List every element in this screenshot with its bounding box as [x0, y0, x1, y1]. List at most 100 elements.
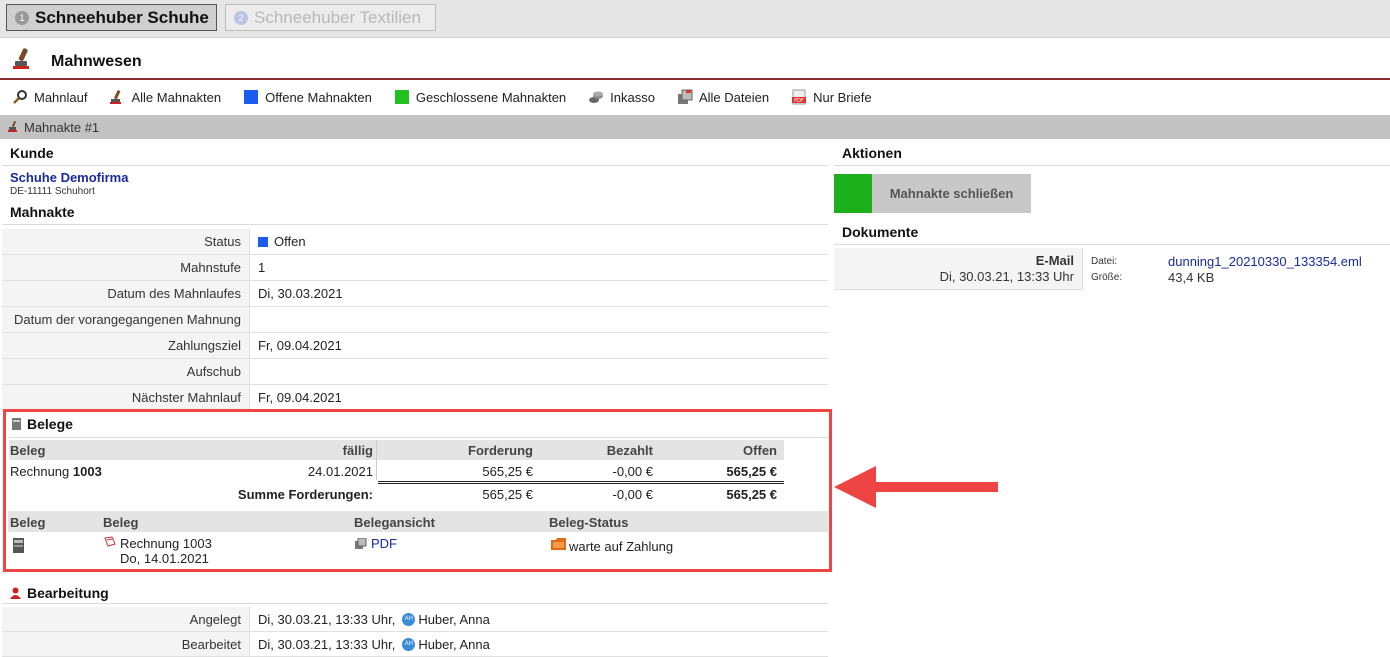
- detail-value: Di, 30.03.21, 13:33 Uhr, AH Huber, Anna: [250, 607, 490, 631]
- detail-value: Offen: [250, 229, 306, 254]
- toolbar-label: Alle Mahnakten: [131, 89, 222, 105]
- tab-number-badge: 1: [15, 10, 29, 25]
- files-icon: [677, 89, 693, 105]
- detail-label: Bearbeitet: [2, 632, 250, 656]
- beleg-status: warte auf Zahlung: [569, 539, 674, 554]
- toolbar: Mahnlauf Alle Mahnakten Offene Mahnakten…: [0, 83, 1390, 111]
- col-header-beleg: Beleg: [10, 443, 46, 458]
- tab-label: Schneehuber Textilien: [254, 7, 421, 27]
- col-header-forderung: Forderung: [386, 443, 533, 458]
- size-label: Größe:: [1091, 272, 1123, 283]
- detail-row-status: Status Offen: [2, 229, 828, 255]
- close-mahnakte-label: Mahnakte schließen: [872, 174, 1031, 213]
- user-name: Huber, Anna: [418, 636, 490, 652]
- col-header-beleg-status: Beleg-Status: [549, 515, 629, 530]
- status-open-icon: [258, 236, 268, 247]
- folder-icon: [551, 538, 566, 550]
- bezahlt-cell: -0,00 €: [612, 464, 653, 479]
- pdf-icon: PDF: [791, 89, 807, 105]
- detail-label: Status: [2, 229, 250, 254]
- files-icon: [355, 538, 367, 549]
- toolbar-alle-dateien[interactable]: Alle Dateien: [677, 89, 769, 105]
- toolbar-offene-mahnakten[interactable]: Offene Mahnakten: [243, 89, 372, 105]
- detail-label: Zahlungsziel: [2, 333, 250, 358]
- avatar: AH: [402, 612, 416, 626]
- magnifier-icon: [12, 89, 28, 105]
- beleg-link[interactable]: Rechnung 1003: [120, 536, 212, 551]
- toolbar-label: Nur Briefe: [813, 89, 872, 105]
- avatar: AH: [402, 637, 416, 651]
- detail-row-datum-mahnlauf: Datum des Mahnlaufes Di, 30.03.2021: [2, 281, 828, 307]
- user-icon: [10, 587, 21, 599]
- toolbar-alle-mahnakten[interactable]: Alle Mahnakten: [109, 89, 221, 105]
- mahnakte-heading: Mahnakte: [2, 204, 828, 225]
- toolbar-label: Geschlossene Mahnakten: [415, 89, 567, 105]
- user-name: Huber, Anna: [418, 611, 490, 627]
- detail-label: Nächster Mahnlauf: [2, 385, 250, 410]
- belege-highlight-box: Belege Beleg fällig Forderung Bezahlt Of…: [3, 409, 832, 572]
- detail-label: Datum der vorangegangenen Mahnung: [2, 307, 250, 332]
- detail-value: Di, 30.03.2021: [258, 285, 343, 301]
- annotation-arrow-icon: [834, 466, 998, 508]
- tab-label: Schneehuber Schuhe: [35, 7, 209, 27]
- page-title: Mahnwesen: [51, 53, 142, 70]
- detail-label: Aufschub: [2, 359, 250, 384]
- faellig-cell: 24.01.2021: [307, 464, 373, 479]
- toolbar-inkasso[interactable]: Inkasso: [588, 89, 655, 105]
- breadcrumb: Mahnakte #1: [0, 115, 1390, 139]
- offen-cell: 565,25 €: [726, 464, 777, 479]
- toolbar-nur-briefe[interactable]: PDF Nur Briefe: [791, 89, 872, 105]
- toolbar-label: Inkasso: [610, 89, 655, 105]
- detail-value: Fr, 09.04.2021: [258, 337, 342, 353]
- module-header: Mahnwesen: [0, 40, 1390, 80]
- col-header-beleg: Beleg: [103, 515, 139, 530]
- customer-address: DE-11111 Schuhort: [10, 186, 95, 197]
- tab-schneehuber-textilien[interactable]: 2 Schneehuber Textilien: [225, 4, 436, 31]
- detail-label: Mahnstufe: [2, 255, 250, 280]
- summe-forderung: 565,25 €: [482, 487, 533, 502]
- blue-square-icon: [243, 89, 259, 105]
- coins-icon: [588, 89, 604, 105]
- beleg-date: Do, 14.01.2021: [120, 551, 209, 566]
- col-header-belegansicht: Belegansicht: [354, 515, 435, 530]
- file-label: Datei:: [1091, 256, 1118, 267]
- close-mahnakte-button[interactable]: Mahnakte schließen: [834, 174, 1031, 213]
- tab-schneehuber-schuhe[interactable]: 1 Schneehuber Schuhe: [6, 4, 217, 31]
- svg-text:PDF: PDF: [794, 98, 804, 104]
- file-link[interactable]: dunning1_20210330_133354.eml: [1168, 254, 1362, 269]
- detail-row-mahnstufe: Mahnstufe 1: [2, 255, 828, 281]
- pdf-link[interactable]: PDF: [371, 536, 397, 551]
- toolbar-label: Offene Mahnakten: [265, 89, 372, 105]
- toolbar-geschlossene-mahnakten[interactable]: Geschlossene Mahnakten: [394, 89, 566, 105]
- detail-value: Fr, 09.04.2021: [258, 389, 342, 405]
- kunde-heading: Kunde: [2, 145, 828, 166]
- col-header-bezahlt: Bezahlt: [536, 443, 653, 458]
- detail-label: Datum des Mahnlaufes: [2, 281, 250, 306]
- toolbar-label: Alle Dateien: [698, 89, 770, 105]
- detail-row-angelegt: Angelegt Di, 30.03.21, 13:33 Uhr, AH Hub…: [2, 607, 828, 632]
- toolbar-mahnlauf[interactable]: Mahnlauf: [12, 89, 87, 105]
- stamp-icon: [109, 89, 125, 105]
- beleg-cell: Rechnung 1003: [10, 464, 102, 479]
- customer-name-link[interactable]: Schuhe Demofirma: [10, 170, 128, 185]
- summe-offen: 565,25 €: [726, 487, 777, 502]
- dokumente-heading: Dokumente: [834, 224, 1390, 245]
- document-date: Di, 30.03.21, 13:33 Uhr: [939, 269, 1074, 284]
- col-header-beleg-icon: Beleg: [10, 515, 46, 530]
- detail-row-aufschub: Aufschub: [2, 359, 828, 385]
- detail-value: Di, 30.03.21, 13:33 Uhr, AH Huber, Anna: [250, 632, 490, 656]
- status-value: Offen: [274, 233, 306, 249]
- sum-divider: [378, 481, 784, 484]
- stamp-icon: [13, 48, 29, 69]
- toolbar-label: Mahnlauf: [34, 89, 88, 105]
- detail-row-datum-vorherige-mahnung: Datum der vorangegangenen Mahnung: [2, 307, 828, 333]
- green-square-icon: [394, 89, 410, 105]
- tab-number-badge: 2: [234, 10, 248, 25]
- forderung-cell: 565,25 €: [482, 464, 533, 479]
- green-status-icon: [834, 174, 872, 213]
- detail-value: [250, 307, 258, 332]
- detail-value: [250, 359, 258, 384]
- summe-label: Summe Forderungen:: [237, 487, 373, 502]
- col-header-offen: Offen: [656, 443, 777, 458]
- breadcrumb-label: Mahnakte #1: [24, 119, 100, 135]
